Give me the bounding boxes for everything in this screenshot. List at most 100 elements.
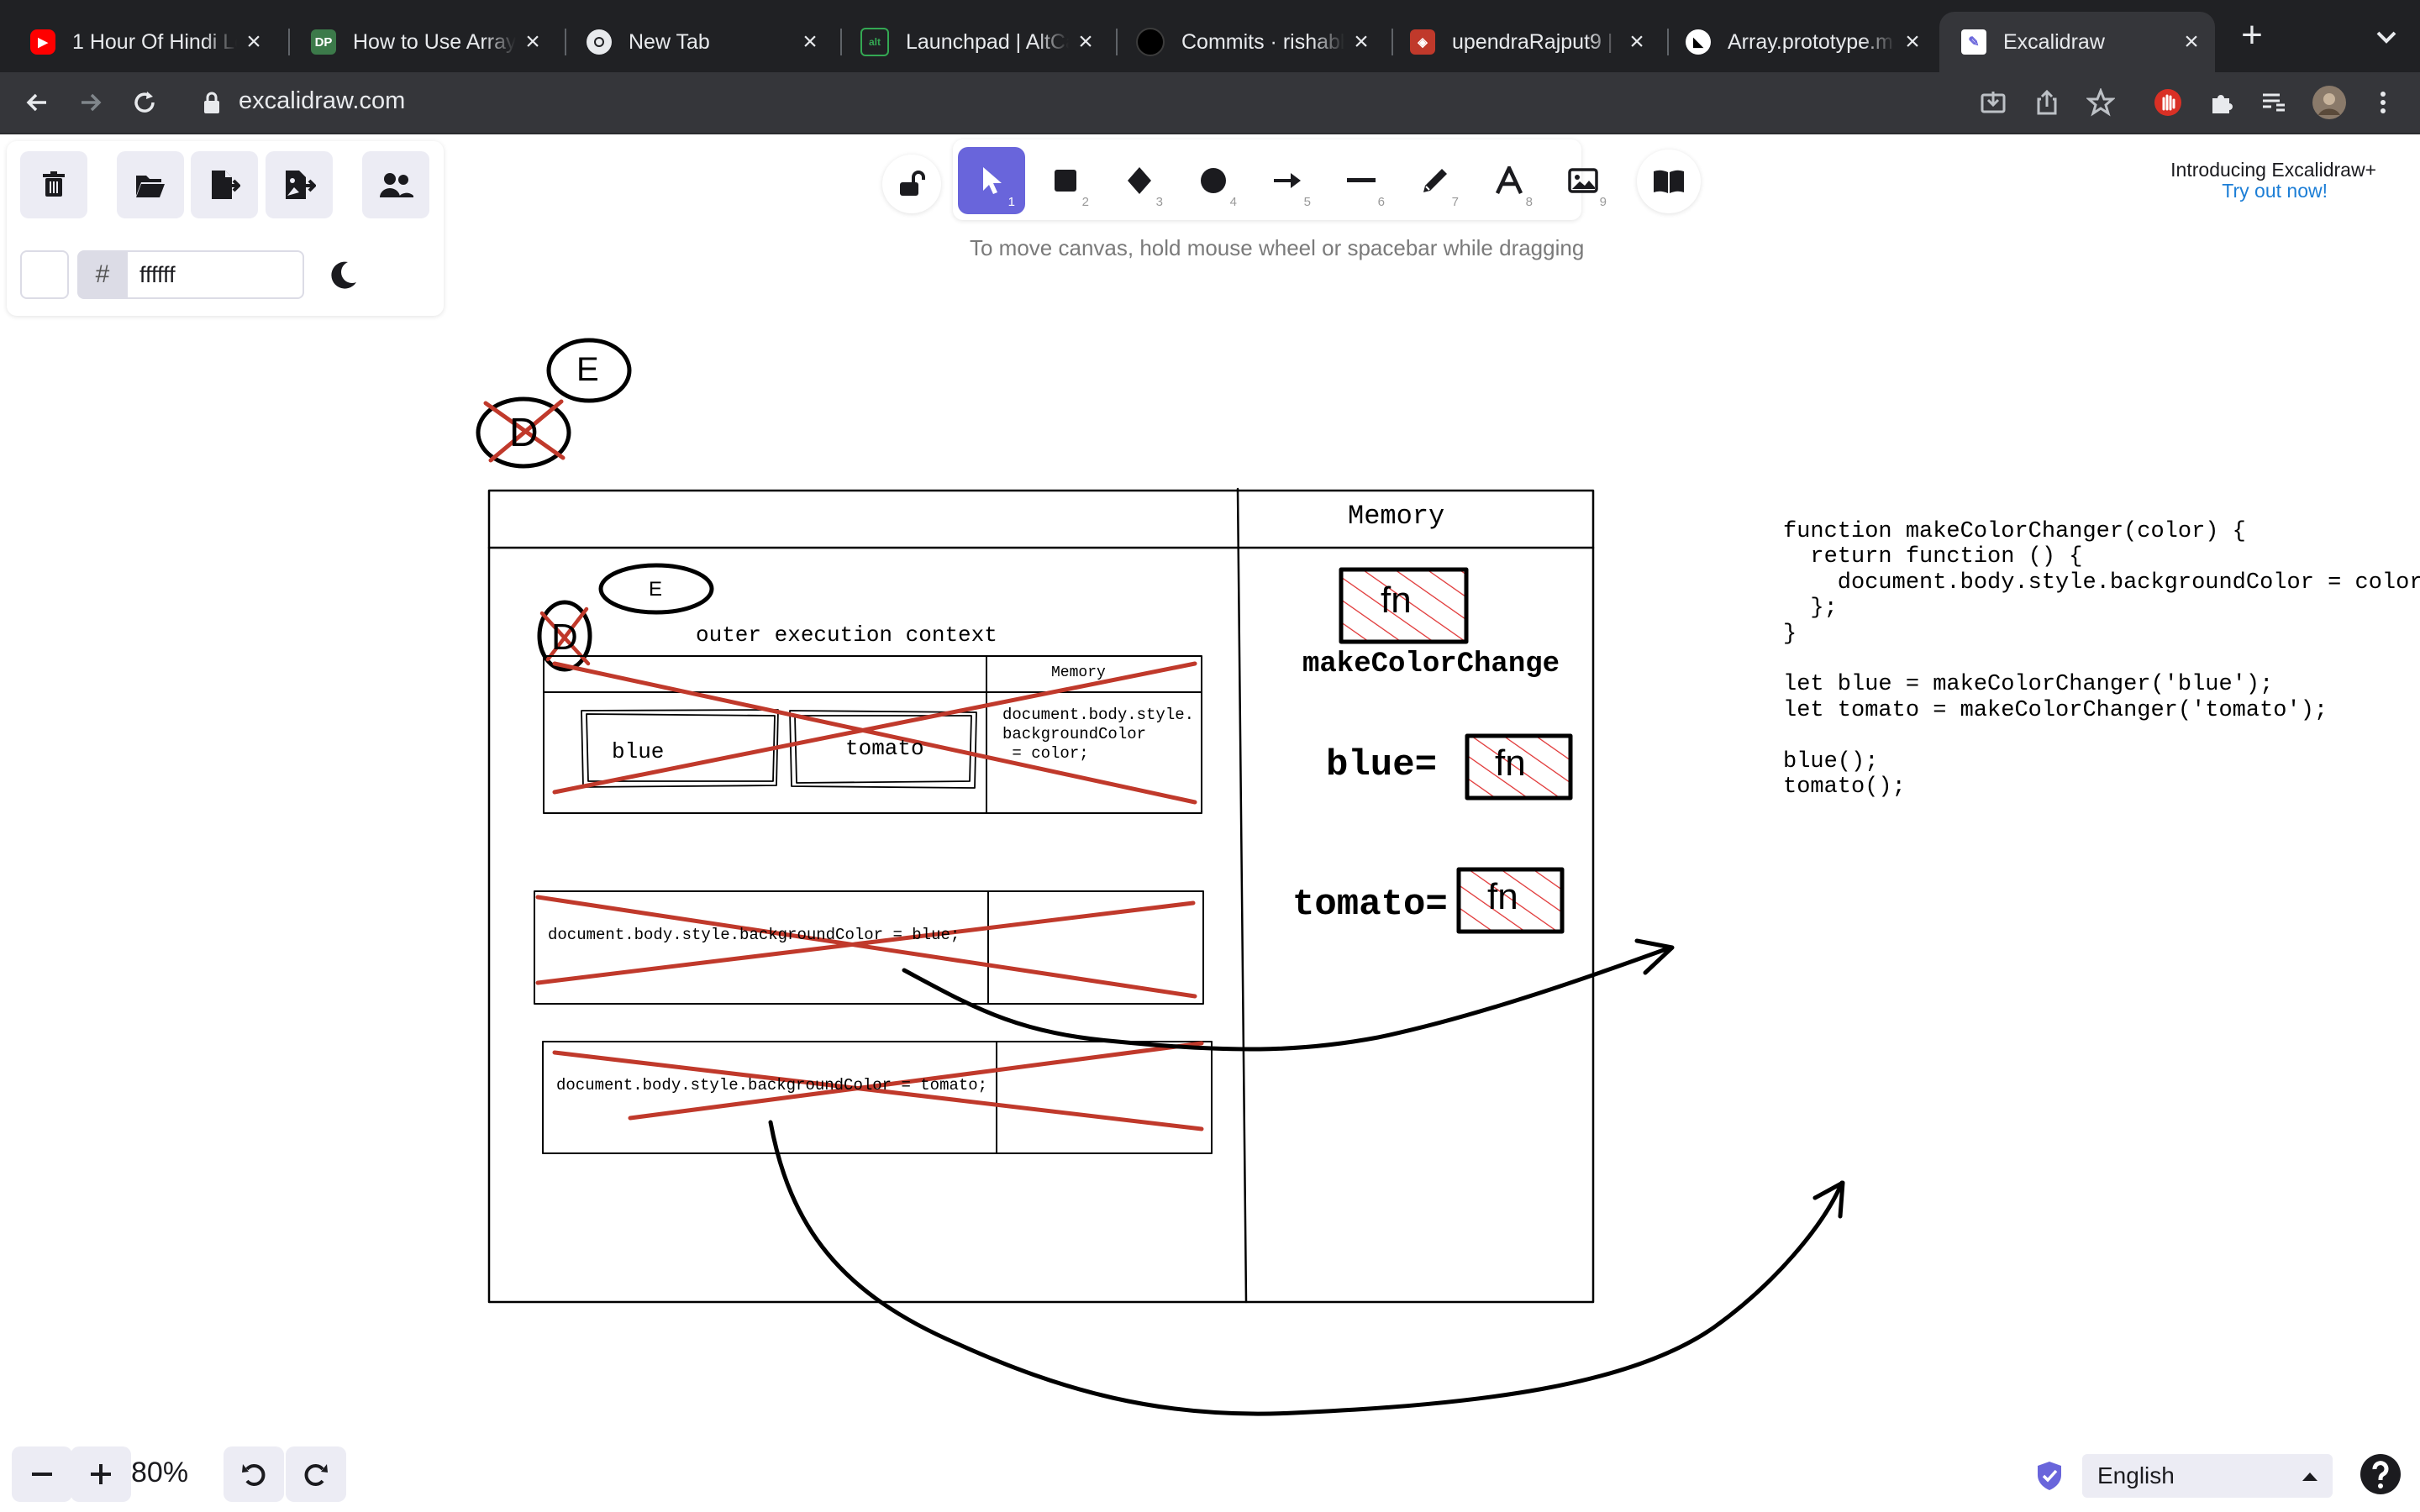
browser-menu-icon[interactable]: [2365, 84, 2402, 121]
tomato-cell-label: tomato: [845, 736, 924, 761]
close-tab-icon[interactable]: ×: [1620, 28, 1654, 56]
install-icon[interactable]: [1975, 84, 2012, 121]
url-text[interactable]: excalidraw.com: [239, 87, 405, 115]
tab-codepen[interactable]: ◈ upendraRajput9 | ×: [1383, 12, 1660, 72]
reload-icon[interactable]: [124, 82, 165, 123]
forward-icon[interactable]: [71, 82, 111, 123]
language-select[interactable]: English: [2082, 1454, 2333, 1498]
tool-shortcut: 7: [1451, 195, 1459, 209]
memory-header-label: Memory: [1348, 501, 1445, 532]
tool-shortcut: 9: [1599, 195, 1607, 209]
excalidraw-plus-promo: Introducing Excalidraw+: [2170, 159, 2376, 181]
browser-address-bar: excalidraw.com: [0, 72, 2420, 134]
blue-context-strike: [535, 895, 1197, 999]
close-tab-icon[interactable]: ×: [2175, 28, 2208, 56]
tab-search-icon[interactable]: [2370, 20, 2403, 54]
bookmark-star-icon[interactable]: [2082, 84, 2119, 121]
tab-title: upendraRajput9 |: [1452, 29, 1613, 54]
close-tab-icon[interactable]: ×: [1344, 28, 1378, 56]
minus-icon: [32, 1473, 52, 1476]
code-text-block[interactable]: function makeColorChanger(color) { retur…: [1783, 519, 2420, 800]
encryption-shield-icon[interactable]: [2035, 1460, 2064, 1492]
tab-title: 1 Hour Of Hindi Lo: [72, 29, 237, 54]
inner-memory-label: Memory: [1051, 664, 1106, 681]
reading-list-icon[interactable]: [2255, 84, 2292, 121]
tab-title: Array.prototype.m: [1728, 29, 1893, 54]
diamond-tool-button[interactable]: 3: [1106, 147, 1173, 214]
live-collaboration-button[interactable]: [362, 151, 429, 218]
text-tool-button[interactable]: 8: [1476, 147, 1543, 214]
blue-cell-label: blue: [612, 739, 665, 764]
text-a-icon: [1496, 166, 1523, 194]
open-file-button[interactable]: [117, 151, 184, 218]
image-icon: [1568, 168, 1598, 193]
tab-title: How to Use Array: [353, 29, 516, 54]
zoom-level[interactable]: 80%: [131, 1457, 188, 1489]
try-it-now-link[interactable]: Try out now!: [2222, 180, 2328, 202]
save-file-button[interactable]: [191, 151, 258, 218]
line-tool-button[interactable]: 6: [1328, 147, 1395, 214]
codepen-icon: ◈: [1410, 29, 1435, 55]
rectangle-tool-button[interactable]: 2: [1032, 147, 1099, 214]
tab-dp[interactable]: DP How to Use Array ×: [279, 12, 556, 72]
tool-shortcut: 2: [1081, 195, 1089, 209]
dp-icon: DP: [311, 29, 336, 55]
tab-mdn[interactable]: ◣ Array.prototype.m ×: [1659, 12, 1936, 72]
new-tab-button[interactable]: +: [2235, 17, 2269, 54]
zoom-out-button[interactable]: [12, 1446, 72, 1502]
pencil-icon: [1423, 169, 1447, 192]
arrow-right-icon: [1274, 173, 1301, 188]
redo-button[interactable]: [286, 1446, 346, 1502]
close-tab-icon[interactable]: ×: [1896, 28, 1929, 56]
zoom-in-button[interactable]: [71, 1446, 131, 1502]
undo-button[interactable]: [224, 1446, 284, 1502]
lock-icon[interactable]: [202, 91, 222, 116]
tab-commits[interactable]: Commits · rishabh ×: [1107, 12, 1385, 72]
plus-icon: [91, 1464, 111, 1484]
caret-up-icon: [2302, 1473, 2317, 1481]
blue-context-code: document.body.style.backgroundColor = bl…: [548, 926, 960, 944]
arrow-tomato-curve[interactable]: [768, 1120, 1844, 1416]
extension-red-hand-icon[interactable]: [2149, 84, 2186, 121]
tab-new-tab[interactable]: New Tab ×: [556, 12, 834, 72]
image-tool-button[interactable]: 9: [1549, 147, 1617, 214]
close-tab-icon[interactable]: ×: [516, 28, 550, 56]
arrow-tomato-head: [1812, 1180, 1845, 1219]
canvas-background-input[interactable]: [128, 250, 304, 299]
tab-youtube[interactable]: ▶ 1 Hour Of Hindi Lo ×: [0, 12, 277, 72]
undo-icon: [242, 1464, 266, 1486]
help-question-icon: [2360, 1454, 2401, 1494]
draw-tool-button[interactable]: 7: [1402, 147, 1469, 214]
square-icon: [1055, 170, 1076, 192]
dark-mode-moon-icon[interactable]: [326, 257, 361, 292]
make-color-change-label: makeColorChange: [1302, 648, 1560, 680]
outer-context-label: outer execution context: [696, 622, 997, 648]
tab-launchpad[interactable]: alt Launchpad | AltCa ×: [832, 12, 1109, 72]
share-icon[interactable]: [2028, 84, 2065, 121]
back-icon[interactable]: [17, 82, 57, 123]
arrow-tool-button[interactable]: 5: [1254, 147, 1321, 214]
blue-variable-label: blue=: [1326, 744, 1438, 786]
inner-memory-line3: = color;: [1002, 744, 1089, 763]
canvas-actions-panel: #: [7, 141, 444, 316]
canvas-hint-text: To move canvas, hold mouse wheel or spac…: [970, 235, 1585, 260]
tab-excalidraw[interactable]: ✎ Excalidraw ×: [1939, 12, 2215, 72]
lock-tool-button[interactable]: [882, 155, 941, 213]
canvas-background-swatch[interactable]: [20, 250, 69, 299]
arrow-blue-curve[interactable]: [902, 945, 1673, 1052]
cursor-arrow-icon: [983, 167, 1002, 194]
close-tab-icon[interactable]: ×: [793, 28, 827, 56]
close-tab-icon[interactable]: ×: [237, 28, 271, 56]
blue-context-box[interactable]: [534, 890, 1204, 1005]
library-button[interactable]: [1637, 150, 1701, 213]
tomato-context-box[interactable]: [542, 1041, 1213, 1154]
close-tab-icon[interactable]: ×: [1069, 28, 1102, 56]
tomato-context-code: document.body.style.backgroundColor = to…: [556, 1076, 988, 1095]
selection-tool-button[interactable]: 1: [958, 147, 1025, 214]
ellipse-tool-button[interactable]: 4: [1180, 147, 1247, 214]
help-button[interactable]: [2360, 1453, 2402, 1495]
profile-avatar-icon[interactable]: [2311, 84, 2348, 121]
extensions-puzzle-icon[interactable]: [2203, 84, 2240, 121]
export-image-button[interactable]: [266, 151, 333, 218]
clear-canvas-button[interactable]: [20, 151, 87, 218]
